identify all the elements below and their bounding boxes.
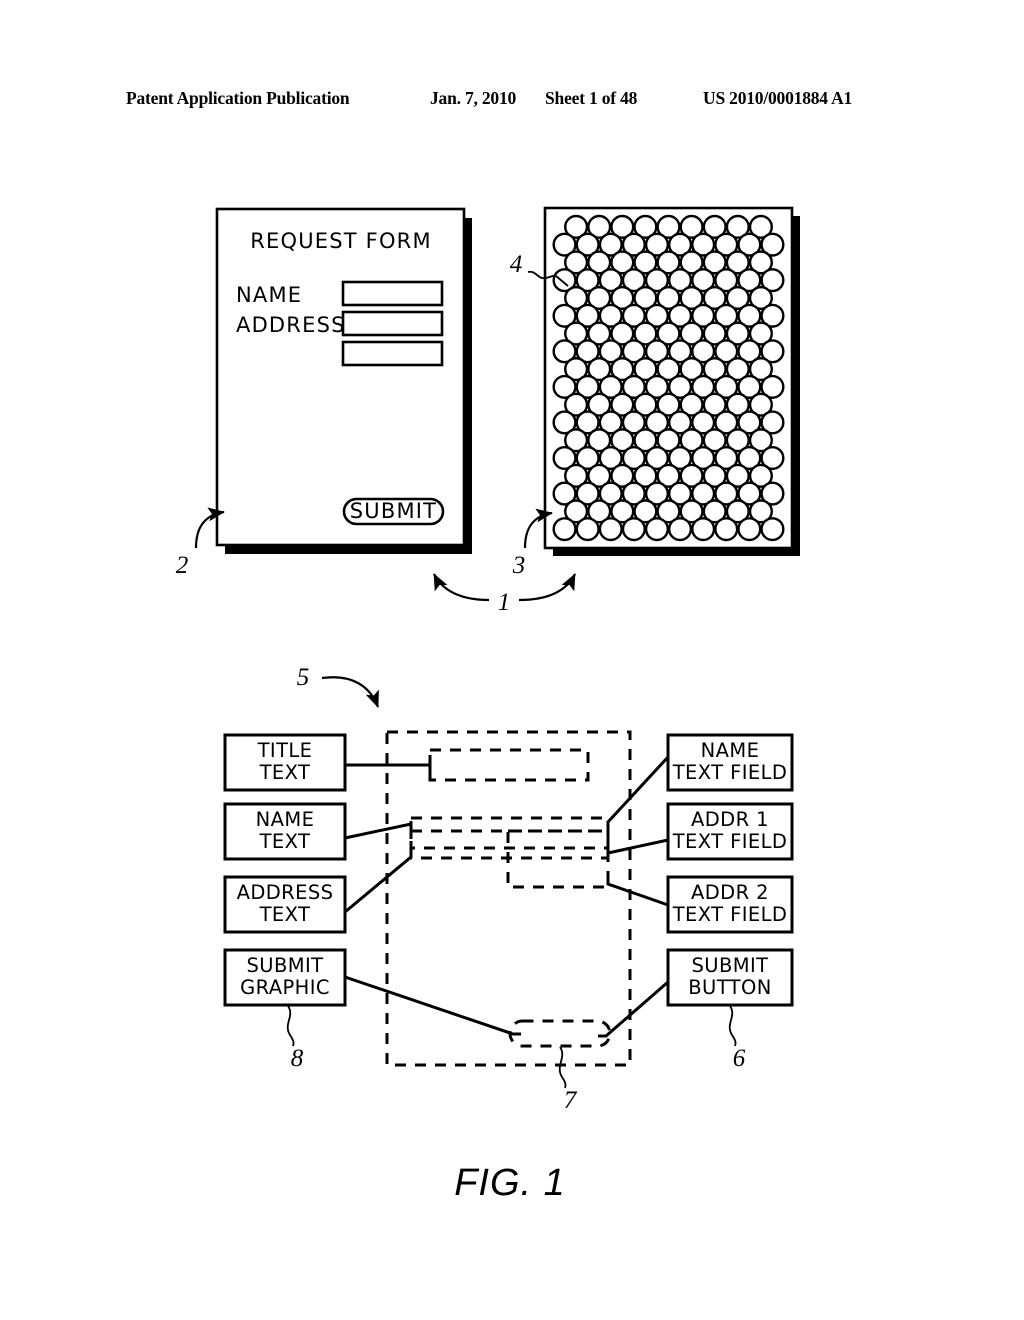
form-label-address: ADDRESS: [236, 313, 346, 337]
ref-numeral-5: 5: [297, 664, 310, 691]
left-box-title[interactable]: TITLE TEXT: [223, 733, 347, 792]
left-box-name[interactable]: NAME TEXT: [223, 802, 347, 861]
figure-caption: FIG. 1: [454, 1162, 566, 1204]
left-box-title-line1: TITLE: [257, 739, 313, 762]
patent-sheet: Patent Application Publication Jan. 7, 2…: [0, 0, 1024, 1320]
ref-numeral-1: 1: [498, 589, 511, 616]
connector-lines: [344, 755, 670, 1038]
figure-1-drawing: REQUEST FORM NAME ADDRESS SUBMIT 2 4 3 1…: [176, 206, 800, 1204]
left-box-submit-graphic[interactable]: SUBMIT GRAPHIC: [223, 948, 347, 1007]
right-box-name-line1: NAME: [701, 739, 760, 762]
right-element-boxes: NAME TEXT FIELD ADDR 1 TEXT FIELD ADDR 2…: [666, 733, 794, 1007]
pattern-dot: [760, 517, 785, 542]
form-submit-button[interactable]: SUBMIT: [342, 497, 445, 526]
form-addr2-field[interactable]: [341, 340, 444, 367]
dashed-layout-structure: [385, 730, 632, 1067]
right-box-addr2-field[interactable]: ADDR 2 TEXT FIELD: [666, 875, 794, 934]
ref-numeral-6: 6: [733, 1045, 746, 1072]
right-box-addr1-line2: TEXT FIELD: [672, 830, 788, 853]
pattern-dot: [575, 517, 600, 542]
pattern-dot: [714, 517, 739, 542]
pattern-dot: [691, 517, 716, 542]
left-box-name-line1: NAME: [256, 808, 315, 831]
ref-numeral-2: 2: [176, 552, 189, 579]
left-box-name-line2: TEXT: [259, 830, 311, 853]
ref-5-leader: 5: [297, 664, 380, 708]
right-box-submit-line2: BUTTON: [688, 976, 771, 999]
left-box-address-line2: TEXT: [259, 903, 311, 926]
dashed-title-zone: [428, 748, 590, 782]
dashed-outer-container: [385, 730, 632, 1067]
right-box-submit-line1: SUBMIT: [692, 954, 769, 977]
pattern-dot: [598, 517, 623, 542]
ref-1-leader: 1: [433, 573, 576, 616]
form-label-name: NAME: [236, 283, 302, 307]
right-box-addr2-line2: TEXT FIELD: [672, 903, 788, 926]
dot-pattern-panel: [543, 206, 800, 556]
right-box-addr2-line1: ADDR 2: [691, 881, 769, 904]
pattern-dot: [552, 517, 577, 542]
right-box-name-line2: TEXT FIELD: [672, 761, 788, 784]
form-addr1-field[interactable]: [341, 310, 444, 337]
left-box-title-line2: TEXT: [259, 761, 311, 784]
pattern-dot: [621, 517, 646, 542]
right-box-name-field[interactable]: NAME TEXT FIELD: [666, 733, 794, 792]
form-name-field[interactable]: [341, 280, 444, 307]
left-element-boxes: TITLE TEXT NAME TEXT ADDRESS TEXT SUBMIT…: [223, 733, 347, 1007]
ref-numeral-8: 8: [291, 1045, 304, 1072]
ref-numeral-7: 7: [564, 1087, 578, 1114]
ref-numeral-3: 3: [512, 552, 526, 579]
right-box-addr1-field[interactable]: ADDR 1 TEXT FIELD: [666, 802, 794, 861]
ref-8-leader: 8: [286, 1005, 304, 1072]
ref-6-leader: 6: [728, 1005, 746, 1072]
pattern-dot: [737, 517, 762, 542]
left-box-submit-line1: SUBMIT: [247, 954, 324, 977]
left-box-submit-line2: GRAPHIC: [240, 976, 330, 999]
dashed-submit-zone: [508, 1019, 612, 1048]
form-title: REQUEST FORM: [250, 229, 432, 253]
request-form-document: REQUEST FORM NAME ADDRESS SUBMIT: [215, 207, 472, 554]
ref-7-leader: 7: [558, 1046, 578, 1114]
left-box-address-line1: ADDRESS: [237, 881, 334, 904]
right-box-addr1-line1: ADDR 1: [691, 808, 769, 831]
right-box-submit-button[interactable]: SUBMIT BUTTON: [666, 948, 794, 1007]
left-box-address[interactable]: ADDRESS TEXT: [223, 875, 347, 934]
pattern-dot: [667, 517, 693, 542]
ref-numeral-4: 4: [510, 251, 523, 278]
pattern-dot: [644, 517, 670, 542]
form-submit-label: SUBMIT: [350, 499, 437, 523]
